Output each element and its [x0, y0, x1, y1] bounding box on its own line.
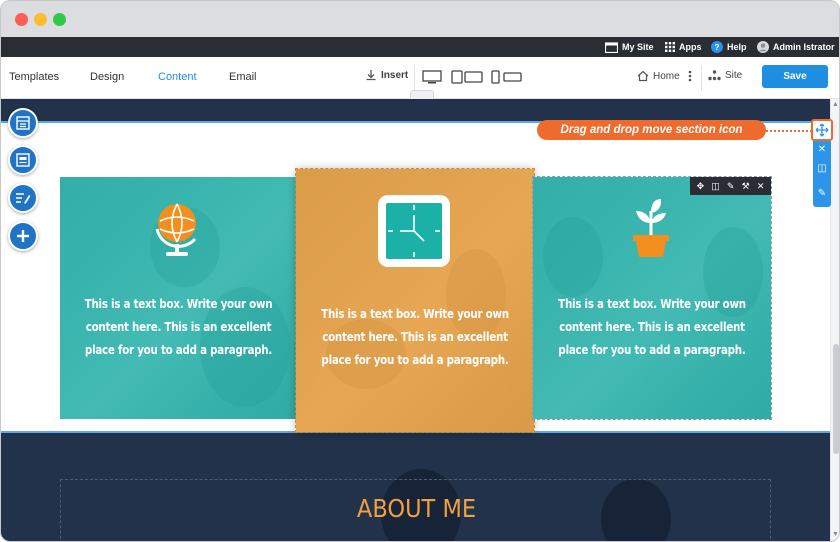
- section-icon: [16, 153, 30, 167]
- tab-email[interactable]: Email: [229, 71, 257, 83]
- feature-panel-3[interactable]: This is a text box. Write your own conte…: [532, 176, 772, 420]
- tab-design[interactable]: Design: [90, 71, 124, 83]
- scroll-down-arrow-icon[interactable]: ▼: [832, 531, 839, 538]
- apps-link[interactable]: Apps: [665, 40, 702, 54]
- tab-templates[interactable]: Templates: [9, 71, 59, 83]
- panel-text-3[interactable]: This is a text box. Write your own conte…: [550, 293, 755, 362]
- edit-text-tool-button[interactable]: [8, 183, 38, 213]
- my-site-label: My Site: [622, 42, 654, 52]
- layout-tool-button[interactable]: [8, 108, 38, 138]
- feature-panel-2[interactable]: This is a text box. Write your own conte…: [295, 168, 535, 433]
- site-label: Site: [725, 70, 743, 81]
- admin-top-bar: My Site Apps ? Help Admin Istrator: [1, 37, 839, 57]
- help-label: Help: [727, 42, 747, 52]
- help-link[interactable]: ? Help: [711, 40, 747, 54]
- panel-text-1[interactable]: This is a text box. Write your own conte…: [77, 293, 281, 362]
- page-canvas: This is a text box. Write your own conte…: [1, 99, 830, 541]
- sitemap-icon: [708, 70, 721, 81]
- toolbar-divider: [414, 65, 415, 91]
- svg-text:?: ?: [715, 43, 720, 52]
- content-section[interactable]: This is a text box. Write your own conte…: [1, 121, 830, 433]
- user-avatar-icon: [757, 41, 769, 53]
- element-toolbar: ✥ ◫ ✎ ⚒ ✕: [690, 177, 771, 195]
- apps-grid-icon: [665, 42, 675, 52]
- move-section-button[interactable]: [811, 119, 833, 141]
- section-toolbar: ✕ ◫ ✎: [813, 141, 831, 207]
- plant-icon: [633, 199, 669, 257]
- move-icon[interactable]: ✥: [697, 181, 705, 191]
- panel-text-2[interactable]: This is a text box. Write your own conte…: [313, 303, 518, 372]
- zoom-window-button[interactable]: [53, 13, 66, 26]
- insert-button[interactable]: Insert: [365, 69, 408, 81]
- delete-icon[interactable]: ✕: [813, 143, 831, 157]
- minimize-window-button[interactable]: [34, 13, 47, 26]
- scroll-thumb[interactable]: [833, 344, 839, 454]
- page-selector[interactable]: Home: [637, 70, 692, 82]
- about-section[interactable]: ABOUT ME: [60, 479, 771, 541]
- help-icon: ?: [711, 41, 723, 53]
- mobile-icon[interactable]: [491, 70, 523, 84]
- clock-icon: [378, 195, 450, 267]
- section-tool-button[interactable]: [8, 145, 38, 175]
- home-label: Home: [653, 70, 680, 82]
- vertical-scrollbar[interactable]: ▲ ▼: [830, 99, 839, 541]
- insert-label: Insert: [381, 69, 409, 81]
- tab-content[interactable]: Content: [158, 71, 197, 83]
- move-icon: [815, 123, 829, 137]
- site-menu[interactable]: Site: [708, 70, 742, 81]
- add-icon: [17, 230, 29, 242]
- save-button[interactable]: Save: [762, 65, 828, 88]
- settings-icon[interactable]: ⚒: [742, 181, 750, 191]
- home-icon: [637, 70, 649, 82]
- callout-label: Drag and drop move section icon: [537, 120, 766, 140]
- scroll-up-arrow-icon[interactable]: ▲: [832, 101, 839, 108]
- user-menu[interactable]: Admin Istrator: [757, 40, 835, 54]
- add-element-button[interactable]: [8, 221, 38, 251]
- title-bar: [1, 1, 839, 37]
- edit-icon[interactable]: ✎: [727, 181, 735, 191]
- desktop-icon[interactable]: [422, 70, 442, 84]
- about-title[interactable]: ABOUT ME: [97, 494, 737, 523]
- apps-label: Apps: [679, 42, 702, 52]
- browser-window: My Site Apps ? Help Admin Istrator Templ…: [0, 0, 840, 542]
- toolbar-divider: [701, 65, 702, 91]
- user-name: Admin Istrator: [773, 42, 835, 52]
- globe-icon: [155, 203, 197, 256]
- tablet-icon[interactable]: [451, 70, 483, 84]
- close-icon[interactable]: ✕: [757, 181, 765, 191]
- callout-connector: [766, 130, 812, 132]
- close-window-button[interactable]: [15, 13, 28, 26]
- copy-icon[interactable]: ◫: [711, 181, 720, 191]
- feature-panel-1[interactable]: This is a text box. Write your own conte…: [60, 177, 297, 419]
- more-vertical-icon[interactable]: [688, 70, 692, 82]
- collapse-toolbar-handle[interactable]: [410, 90, 434, 99]
- calendar-icon: [605, 41, 618, 53]
- my-site-link[interactable]: My Site: [605, 40, 654, 54]
- download-arrow-icon: [366, 70, 376, 81]
- edit-icon[interactable]: ✎: [813, 187, 831, 201]
- edit-text-icon: [16, 193, 31, 204]
- duplicate-icon[interactable]: ◫: [813, 162, 831, 176]
- layout-icon: [16, 116, 30, 130]
